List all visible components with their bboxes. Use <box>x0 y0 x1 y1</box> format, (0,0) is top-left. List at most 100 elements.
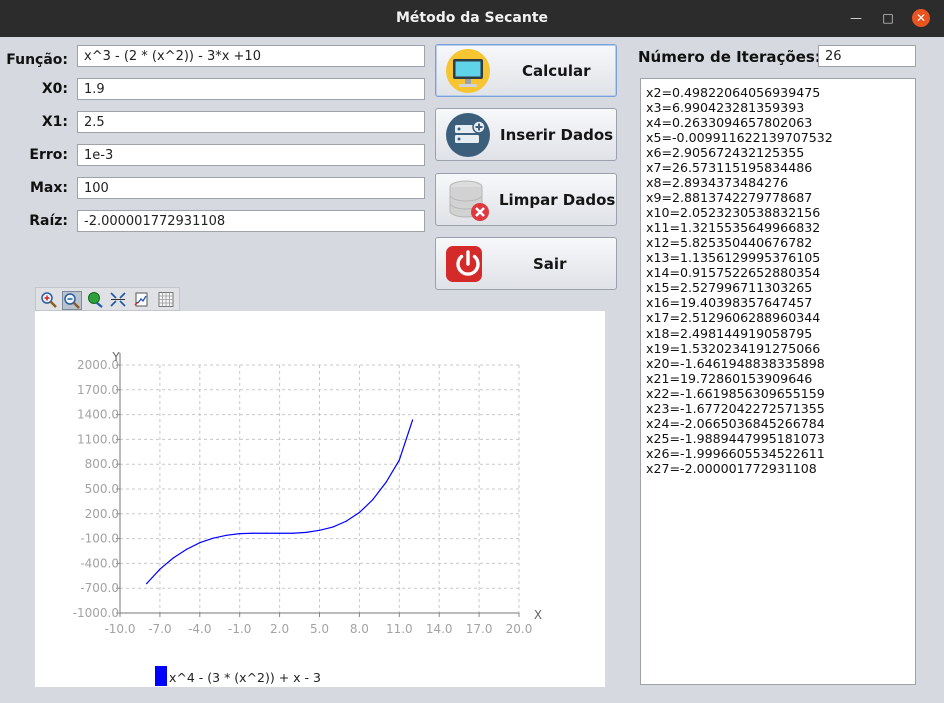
output-line: x5=-0.009911622139707532 <box>646 130 833 146</box>
x-tick-label: 5.0 <box>310 622 329 636</box>
x-tick-label: 8.0 <box>350 622 369 636</box>
limpar-dados-button[interactable]: Limpar Dados <box>435 173 617 226</box>
sair-button[interactable]: Sair <box>435 237 617 290</box>
x-tick-label: 11.0 <box>386 622 413 636</box>
output-line: x25=-1.9889447995181073 <box>646 430 825 446</box>
data-point <box>332 526 334 528</box>
output-line: x11=1.3215535649966832 <box>646 220 821 236</box>
calcular-label: Calcular <box>522 62 591 80</box>
add-server-icon <box>446 113 490 157</box>
data-point <box>265 532 267 534</box>
inserir-dados-button[interactable]: Inserir Dados <box>435 108 617 161</box>
y-tick-label: 500.0 <box>85 482 119 496</box>
data-point <box>398 459 400 461</box>
output-line: x18=2.498144919058795 <box>646 325 813 341</box>
max-input[interactable]: 100 <box>77 177 425 199</box>
iterations-input[interactable]: 26 <box>818 45 916 67</box>
limpar-dados-label: Limpar Dados <box>499 191 616 209</box>
x1-input[interactable]: 2.5 <box>77 111 425 133</box>
output-line: x10=2.0523230538832156 <box>646 205 821 221</box>
erro-input[interactable]: 1e-3 <box>77 144 425 166</box>
y-tick-label: 1100.0 <box>77 432 119 446</box>
zoom-in-icon[interactable] <box>40 291 58 308</box>
x-tick-label: -7.0 <box>148 622 171 636</box>
x0-input[interactable]: 1.9 <box>77 78 425 100</box>
x-tick-label: 2.0 <box>270 622 289 636</box>
iterations-label: Número de Iterações: <box>638 48 821 66</box>
data-point <box>146 583 148 585</box>
power-icon <box>446 246 482 282</box>
raiz-output[interactable]: -2.000001772931108 <box>77 210 425 232</box>
y-tick-label: -400.0 <box>80 556 119 570</box>
data-point <box>199 542 201 544</box>
output-line: x14=0.9157522652880354 <box>646 265 821 281</box>
output-line: x21=19.72860153909646 <box>646 370 813 386</box>
x-axis-label: X <box>534 608 542 622</box>
computer-monitor-icon <box>446 49 490 93</box>
data-point <box>159 568 161 570</box>
output-line: x4=0.2633094657802063 <box>646 115 813 131</box>
minimize-icon[interactable]: — <box>847 9 865 27</box>
y-tick-label: 1400.0 <box>77 408 119 422</box>
output-line: x8=2.8934373484276 <box>646 175 789 191</box>
x-tick-label: -1.0 <box>228 622 251 636</box>
iterations-output-textarea[interactable]: x2=0.49822064056939475 x3=6.9904232813593… <box>640 78 916 685</box>
data-point <box>185 548 188 550</box>
funcao-input[interactable]: x^3 - (2 * (x^2)) - 3*x +10 <box>77 45 425 67</box>
output-line: x17=2.5129606288960344 <box>646 310 821 326</box>
data-point <box>318 529 321 531</box>
autoscale-icon[interactable] <box>109 291 127 308</box>
output-line: x3=6.990423281359393 <box>646 100 805 116</box>
legend-swatch <box>155 666 167 686</box>
max-label: Max: <box>29 180 68 196</box>
data-point <box>172 557 174 559</box>
output-line: x16=19.40398357647457 <box>646 295 813 311</box>
data-point <box>225 534 227 536</box>
y-tick-label: 800.0 <box>85 457 119 471</box>
data-point <box>279 532 281 534</box>
y-tick-label: 200.0 <box>85 507 119 521</box>
output-line: x15=2.527996711303265 <box>646 280 813 296</box>
raiz-label: Raíz: <box>29 213 68 229</box>
data-point <box>239 533 241 535</box>
output-line: x20=-1.6461948838335898 <box>646 355 825 371</box>
close-icon[interactable]: ✕ <box>912 9 930 27</box>
data-point <box>385 481 387 483</box>
chart-svg: -10.0 -7.0 -4.0 -1.0 2.0 5.0 8.0 11.0 14.0 17.0 20… <box>73 350 542 686</box>
grid-icon[interactable] <box>157 291 175 308</box>
y-tick-label: 1700.0 <box>77 383 119 397</box>
inserir-dados-label: Inserir Dados <box>500 126 614 144</box>
output-line: x6=2.905672432125355 <box>646 145 805 161</box>
output-line: x23=-1.6772042272571355 <box>646 400 825 416</box>
chart-toolbar <box>35 287 180 311</box>
function-chart[interactable]: -10.0 -7.0 -4.0 -1.0 2.0 5.0 8.0 11.0 14.0 17.0 20… <box>35 311 605 687</box>
data-point <box>412 419 414 421</box>
zoom-out-icon[interactable] <box>62 291 82 310</box>
data-point <box>292 532 294 534</box>
y-tick-label: -700.0 <box>80 581 119 595</box>
delete-database-icon <box>449 180 489 221</box>
data-point <box>212 537 214 539</box>
title-bar: Método da Secante — □ ✕ <box>0 0 944 37</box>
data-point <box>345 520 347 522</box>
pan-icon[interactable] <box>86 291 104 308</box>
x-tick-label: -10.0 <box>104 622 135 636</box>
export-icon[interactable] <box>133 291 151 308</box>
output-line: x26=-1.9996605534522611 <box>646 445 825 461</box>
x1-label: X1: <box>41 114 68 130</box>
funcao-label: Função: <box>6 52 68 68</box>
x-tick-label: -4.0 <box>188 622 211 636</box>
output-line: x12=5.825350440676782 <box>646 235 813 251</box>
x-tick-label: 20.0 <box>506 622 533 636</box>
output-line: x7=26.573115195834486 <box>646 160 813 176</box>
output-line: x13=1.1356129995376105 <box>646 250 821 266</box>
x-tick-label: 17.0 <box>466 622 493 636</box>
maximize-icon[interactable]: □ <box>879 9 897 27</box>
sair-label: Sair <box>533 255 567 273</box>
y-axis-label: Y <box>111 350 120 364</box>
data-point <box>358 511 360 514</box>
calcular-button[interactable]: Calcular <box>435 44 617 97</box>
output-line: x9=2.8813742279778687 <box>646 190 813 206</box>
output-line: x22=-1.6619856309655159 <box>646 385 825 401</box>
x0-label: X0: <box>41 81 68 97</box>
